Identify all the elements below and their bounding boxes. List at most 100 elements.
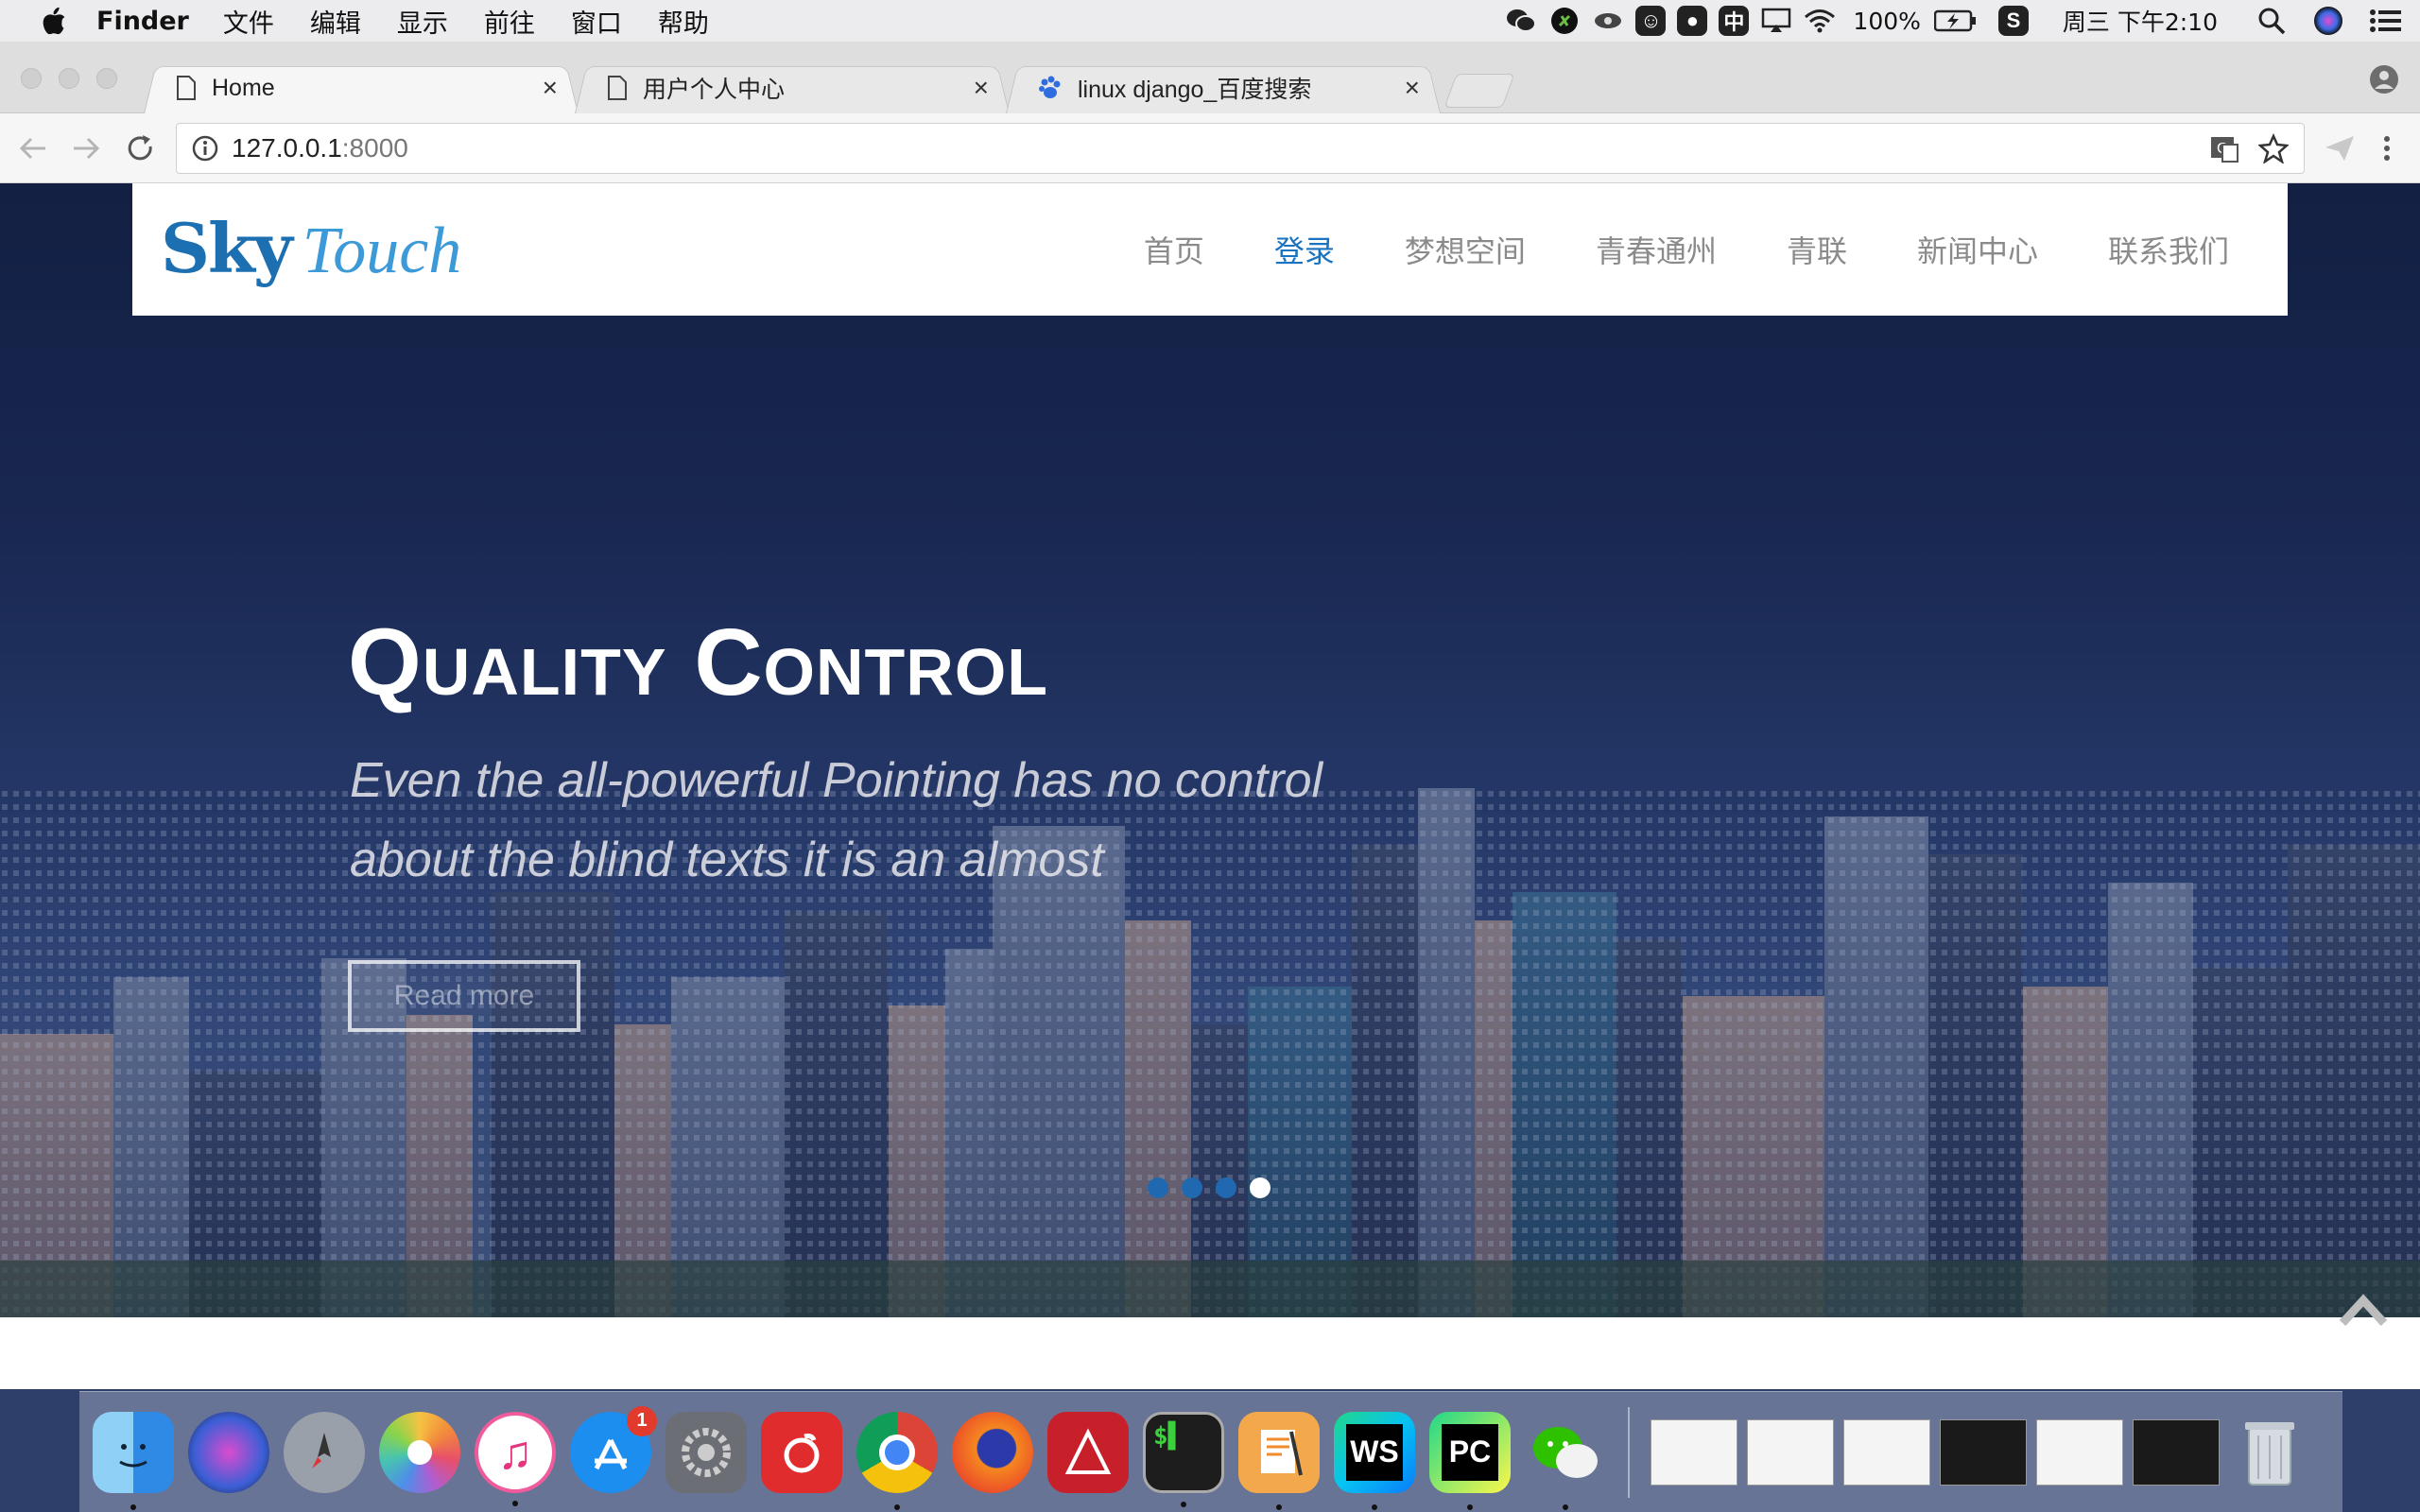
profile-avatar-icon[interactable]	[2369, 64, 2399, 99]
airplay-icon[interactable]	[1760, 5, 1792, 37]
window-minimize-button[interactable]	[59, 68, 79, 89]
slider-dot-1[interactable]	[1148, 1177, 1168, 1198]
nav-youth-league[interactable]: 青联	[1787, 228, 1847, 271]
webstorm-label: WS	[1346, 1423, 1403, 1481]
menu-file[interactable]: 文件	[223, 3, 274, 40]
bookmark-star-icon[interactable]	[2258, 133, 2289, 163]
page-viewport: Quality Control Even the all-powerful Po…	[0, 183, 2420, 1389]
desktop-dock-background: ♫ 1 $▌ WS PC	[0, 1389, 2420, 1512]
site-nav: 首页 登录 梦想空间 青春通州 青联 新闻中心 联系我们	[1074, 183, 2229, 316]
minimized-window-thumbnail[interactable]	[1843, 1418, 1930, 1486]
url-port: :8000	[341, 133, 408, 163]
finder-icon[interactable]	[93, 1411, 174, 1510]
battery-icon[interactable]	[1933, 5, 1978, 37]
minimized-window-thumbnail[interactable]	[1651, 1418, 1737, 1486]
trash-icon[interactable]	[2229, 1412, 2310, 1493]
chrome-menu-button[interactable]	[2367, 129, 2407, 168]
nav-news-center[interactable]: 新闻中心	[1917, 228, 2038, 271]
nav-login[interactable]: 登录	[1274, 228, 1335, 271]
back-button[interactable]	[13, 129, 53, 168]
read-more-button[interactable]: Read more	[348, 960, 580, 1032]
minimized-window-thumbnail[interactable]	[2133, 1418, 2220, 1486]
window-close-button[interactable]	[21, 68, 42, 89]
wechat-icon[interactable]	[1525, 1412, 1606, 1510]
slider-dot-3[interactable]	[1216, 1177, 1236, 1198]
translate-icon[interactable]: G	[2209, 133, 2239, 163]
itunes-icon[interactable]: ♫	[475, 1411, 556, 1506]
tab-baidu-search[interactable]: linux django_百度搜索 ×	[1006, 62, 1441, 113]
menu-go[interactable]: 前往	[484, 3, 535, 40]
info-icon[interactable]	[192, 135, 218, 162]
window-zoom-button[interactable]	[96, 68, 117, 89]
menu-view[interactable]: 显示	[397, 3, 448, 40]
browser-tab-strip: Home × 用户个人中心 × linux django_百度搜索 ×	[0, 42, 2420, 113]
tab-home[interactable]: Home ×	[144, 62, 579, 113]
forward-button[interactable]	[66, 129, 106, 168]
reload-icon	[128, 135, 152, 161]
nav-youth-tongzhou[interactable]: 青春通州	[1596, 228, 1717, 271]
eye-status-icon[interactable]	[1592, 5, 1624, 37]
chevron-up-icon	[2339, 1294, 2388, 1327]
hero-slider: Quality Control Even the all-powerful Po…	[0, 183, 2420, 1317]
scroll-to-top-button[interactable]	[2339, 1291, 2388, 1333]
siri-status-icon[interactable]	[2312, 5, 2344, 37]
macos-dock: ♫ 1 $▌ WS PC	[79, 1391, 2342, 1512]
menu-app-name[interactable]: Finder	[96, 7, 189, 36]
emoji-status-icon[interactable]: ☺	[1635, 6, 1667, 36]
webstorm-icon[interactable]: WS	[1334, 1411, 1415, 1510]
evernote-status-icon[interactable]	[1548, 5, 1581, 37]
baidu-paw-icon	[1039, 76, 1061, 98]
extension-button[interactable]	[2320, 129, 2360, 168]
slider-dot-4[interactable]	[1250, 1177, 1270, 1198]
sogou-status-icon[interactable]: S	[1997, 6, 2029, 36]
wifi-icon[interactable]	[1804, 5, 1836, 37]
reload-button[interactable]	[121, 129, 161, 168]
firefox-icon[interactable]	[952, 1411, 1033, 1493]
microphone-status-icon[interactable]: ●	[1677, 6, 1708, 36]
pycharm-label: PC	[1442, 1423, 1498, 1481]
url-text[interactable]: 127.0.0.1:8000	[232, 133, 408, 163]
autocad-icon[interactable]	[1047, 1411, 1129, 1493]
input-method-icon[interactable]: 中	[1719, 6, 1750, 36]
launchpad-icon[interactable]	[284, 1411, 365, 1493]
minimized-window-thumbnail[interactable]	[1940, 1418, 2027, 1486]
tab-close-icon[interactable]: ×	[543, 73, 558, 103]
tab-user-center[interactable]: 用户个人中心 ×	[575, 62, 1010, 113]
wechat-status-icon[interactable]	[1505, 5, 1537, 37]
page-content-area	[0, 1317, 2420, 1389]
nav-dream-space[interactable]: 梦想空间	[1405, 228, 1526, 271]
tab-close-icon[interactable]: ×	[974, 73, 989, 103]
page-icon	[177, 76, 196, 100]
photos-icon[interactable]	[379, 1411, 460, 1493]
pages-icon[interactable]	[1238, 1411, 1320, 1510]
terminal-icon[interactable]: $▌	[1143, 1411, 1224, 1507]
clock[interactable]: 周三 下午2:10	[2063, 4, 2218, 38]
app-store-icon[interactable]: 1	[570, 1405, 657, 1493]
notification-center-icon[interactable]	[2369, 5, 2401, 37]
new-tab-button[interactable]	[1443, 74, 1515, 108]
slider-pagination	[1148, 1177, 1270, 1198]
hero-title: Quality Control	[348, 610, 1049, 715]
system-preferences-icon[interactable]	[666, 1411, 747, 1493]
tab-close-icon[interactable]: ×	[1405, 73, 1420, 103]
address-bar[interactable]: 127.0.0.1:8000 G	[176, 123, 2305, 174]
apple-logo-icon[interactable]	[40, 5, 68, 37]
chrome-icon[interactable]	[856, 1411, 938, 1510]
browser-toolbar: 127.0.0.1:8000 G	[0, 113, 2420, 183]
siri-icon[interactable]	[188, 1411, 269, 1493]
nav-home[interactable]: 首页	[1144, 228, 1204, 271]
minimized-window-thumbnail[interactable]	[1747, 1418, 1834, 1486]
nav-contact-us[interactable]: 联系我们	[2108, 228, 2229, 271]
macos-menu-bar: Finder 文件 编辑 显示 前往 窗口 帮助 ☺ ● 中 100% S 周三…	[0, 0, 2420, 42]
pycharm-icon[interactable]: PC	[1429, 1411, 1511, 1510]
menu-edit[interactable]: 编辑	[310, 3, 361, 40]
tab-title: linux django_百度搜索	[1078, 77, 1312, 103]
menu-window[interactable]: 窗口	[571, 3, 622, 40]
netease-music-icon[interactable]	[761, 1411, 842, 1493]
slider-dot-2[interactable]	[1182, 1177, 1202, 1198]
menu-help[interactable]: 帮助	[658, 3, 709, 40]
site-logo[interactable]: Sky Touch	[161, 208, 461, 293]
minimized-window-thumbnail[interactable]	[2036, 1418, 2123, 1486]
logo-sky-text: Sky	[161, 208, 293, 288]
spotlight-search-icon[interactable]	[2256, 5, 2288, 37]
